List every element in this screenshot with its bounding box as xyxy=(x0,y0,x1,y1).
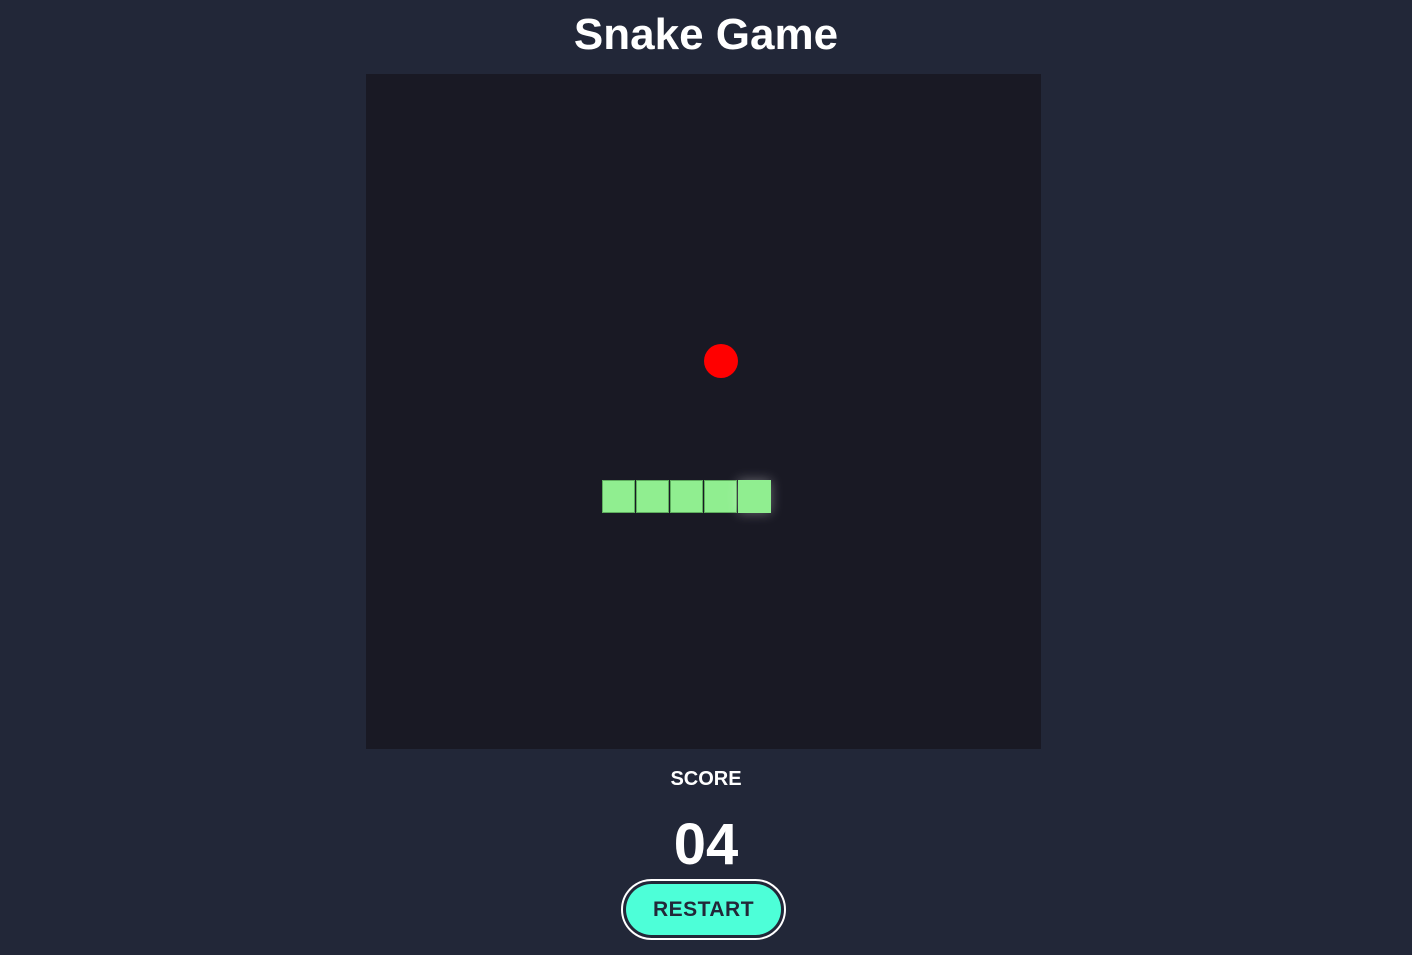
score-label: SCORE xyxy=(670,768,742,790)
restart-button[interactable]: RESTART xyxy=(621,879,786,940)
page-title: Snake Game xyxy=(573,10,839,59)
snake-segment xyxy=(670,480,703,513)
restart-button-label: RESTART xyxy=(626,884,781,935)
food-apple xyxy=(704,344,738,378)
snake-segment xyxy=(602,480,635,513)
game-board[interactable] xyxy=(366,74,1041,749)
snake-segment xyxy=(636,480,669,513)
snake-segment xyxy=(704,480,737,513)
score-value: 04 xyxy=(673,812,739,877)
snake-head xyxy=(738,480,771,513)
